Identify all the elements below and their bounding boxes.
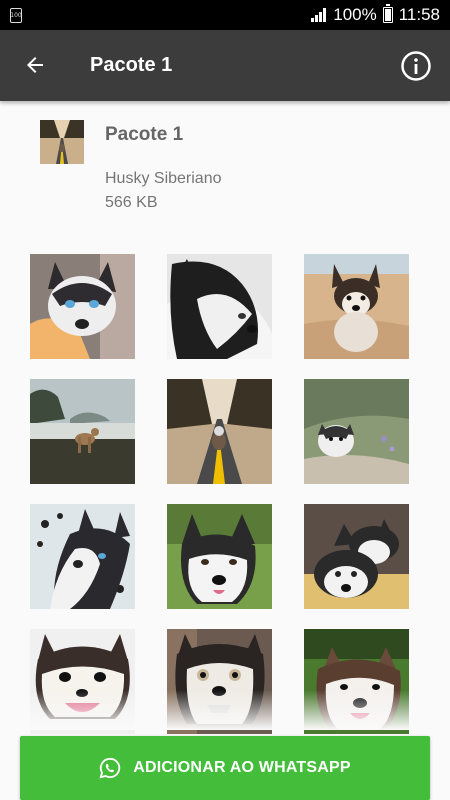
sticker-1[interactable] [30, 254, 135, 359]
page-title: Pacote 1 [90, 54, 173, 76]
signal-icon [311, 8, 327, 22]
info-icon [401, 51, 431, 81]
sticker-8[interactable] [167, 504, 272, 609]
clock: 11:58 [398, 5, 440, 24]
sticker-7[interactable] [30, 504, 135, 609]
notification-icon: 100 [10, 8, 22, 23]
status-bar: 100 100% 11:58 [0, 0, 450, 30]
add-to-whatsapp-button[interactable]: ADICIONAR AO WHATSAPP [20, 736, 430, 800]
sticker-4[interactable] [30, 379, 135, 484]
pack-size: 566 KB [105, 194, 158, 211]
sticker-9[interactable] [304, 504, 409, 609]
sticker-6[interactable] [304, 379, 409, 484]
add-button-label: ADICIONAR AO WHATSAPP [133, 759, 351, 776]
whatsapp-icon [99, 757, 121, 779]
pack-thumbnail [40, 120, 84, 164]
sticker-3[interactable] [304, 254, 409, 359]
sticker-2[interactable] [167, 254, 272, 359]
arrow-left-icon [27, 57, 43, 73]
toolbar: Pacote 1 [0, 30, 450, 101]
battery-icon [382, 4, 393, 23]
info-button[interactable] [400, 50, 432, 82]
battery-percent: 100% [333, 5, 377, 24]
pack-author: Husky Siberiano [105, 170, 222, 187]
pack-name: Pacote 1 [105, 124, 184, 145]
back-button[interactable] [18, 48, 52, 82]
grid-fade [0, 690, 450, 730]
sticker-5[interactable] [167, 379, 272, 484]
